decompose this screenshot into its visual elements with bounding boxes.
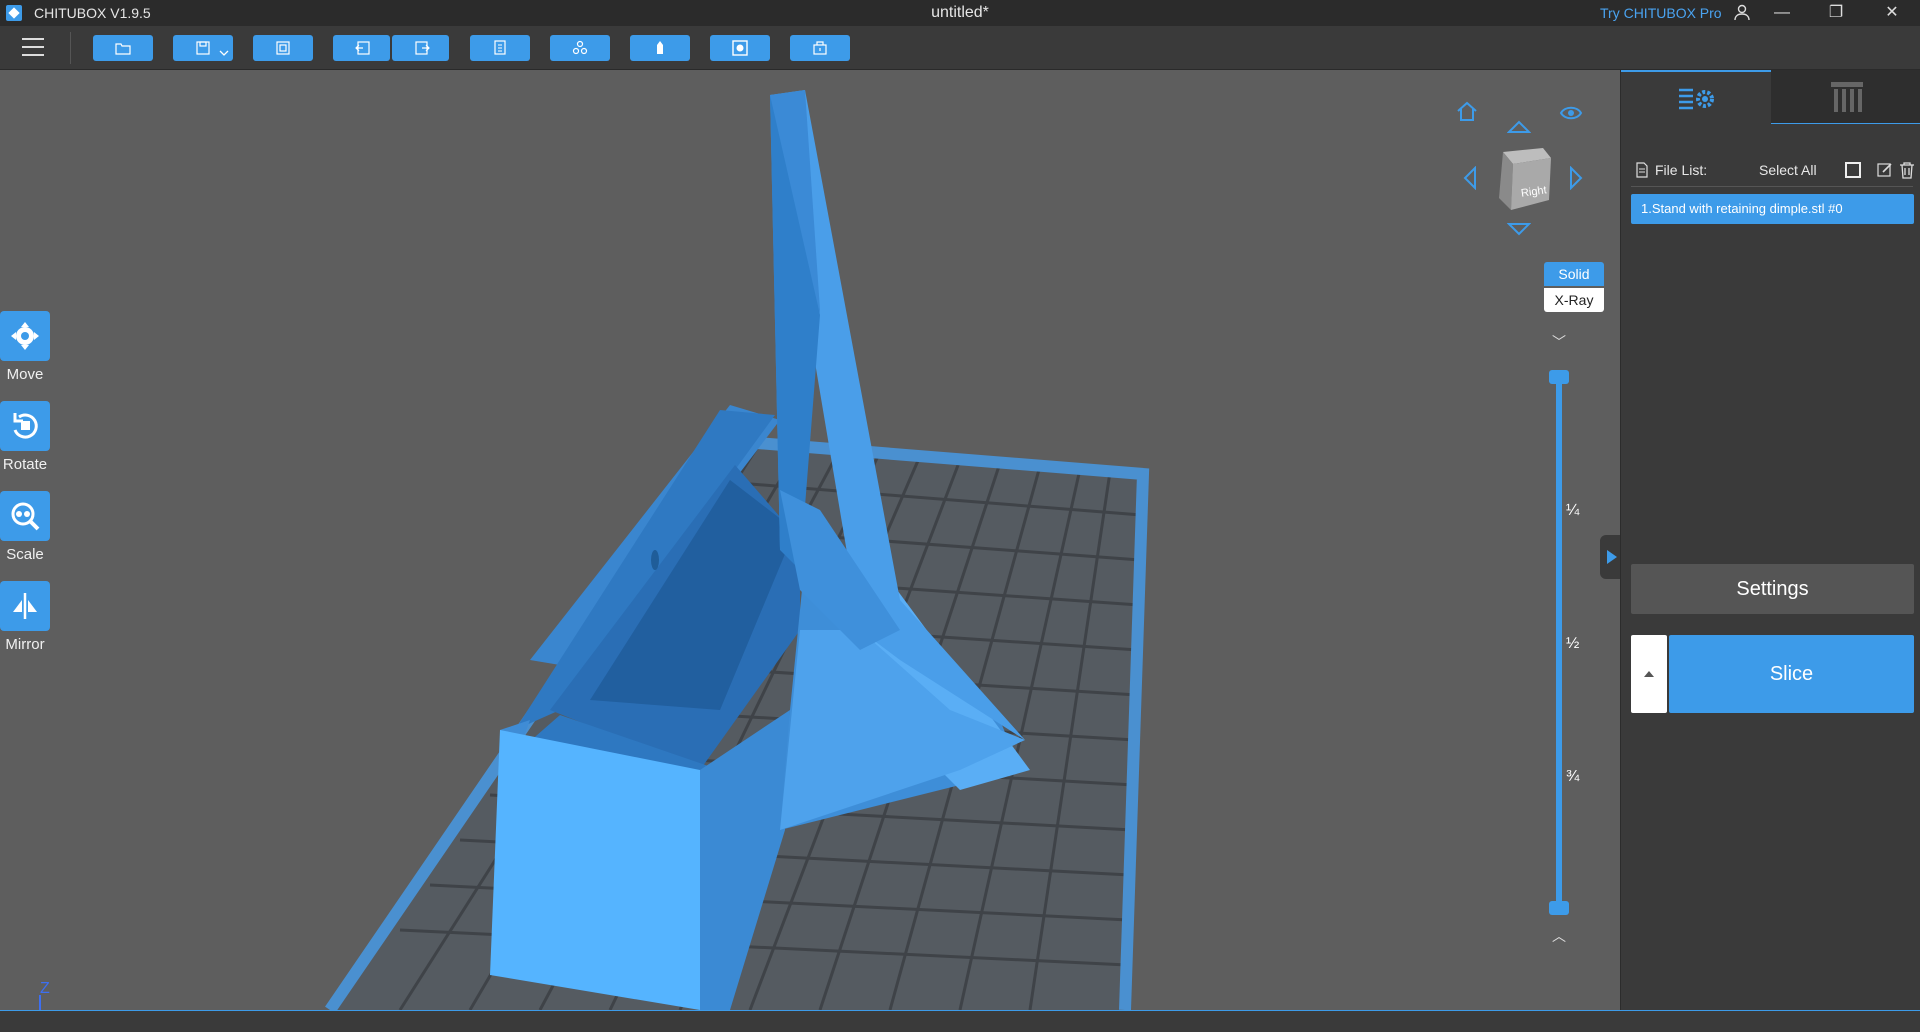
move-label: Move: [6, 366, 44, 383]
axis-z-label: Z: [40, 980, 50, 997]
scale-label: Scale: [6, 546, 44, 563]
xray-mode-button[interactable]: X-Ray: [1544, 288, 1604, 312]
user-icon[interactable]: [1733, 3, 1751, 21]
layout-icon: [276, 41, 290, 55]
solid-mode-button[interactable]: Solid: [1544, 262, 1604, 286]
hollow-icon: [732, 40, 748, 56]
undo-icon: [355, 41, 370, 55]
rotate-label: Rotate: [2, 456, 48, 473]
menu-icon[interactable]: [22, 38, 44, 56]
select-all-label: Select All: [1759, 162, 1817, 178]
settings-button[interactable]: Settings: [1631, 564, 1914, 614]
redo-button[interactable]: [392, 35, 449, 61]
file-list-label: File List:: [1655, 162, 1708, 178]
home-icon[interactable]: [1455, 100, 1479, 124]
minimize-button[interactable]: —: [1762, 0, 1802, 26]
scale-tool-button[interactable]: [0, 491, 50, 541]
mirror-icon: [13, 593, 37, 619]
auto-layout-button[interactable]: [253, 35, 313, 61]
copy-icon: [494, 40, 506, 55]
layer-slider-track[interactable]: [1556, 370, 1562, 915]
move-tool-button[interactable]: [0, 311, 50, 361]
mirror-tool-button[interactable]: [0, 581, 50, 631]
rotate-tool[interactable]: Rotate: [0, 401, 50, 473]
save-button[interactable]: [173, 35, 233, 61]
panel-collapse-arrow[interactable]: [1600, 535, 1620, 579]
file-list-divider: [1631, 186, 1913, 187]
scale-icon: [11, 502, 40, 531]
open-file-button[interactable]: [93, 35, 153, 61]
redo-icon: [415, 41, 430, 55]
support-pillars-icon: [1831, 82, 1863, 112]
view-navigation: Right: [1455, 100, 1615, 250]
status-bar: [0, 1010, 1920, 1032]
chitubox-window: { "titlebar": { "app_name": "CHITUBOX V1…: [0, 0, 1920, 1032]
settings-list-icon: [1679, 88, 1714, 110]
delete-icon[interactable]: [1899, 161, 1915, 179]
undo-button[interactable]: [333, 35, 390, 61]
view-bottom-arrow-icon[interactable]: [1507, 220, 1531, 238]
file-icon: [1636, 162, 1648, 178]
view-right-arrow-icon[interactable]: [1567, 166, 1585, 190]
view-cube-icon[interactable]: [1495, 144, 1557, 214]
rotate-tool-button[interactable]: [0, 401, 50, 451]
restore-button[interactable]: ❐: [1816, 0, 1856, 26]
slider-down-chevron-icon[interactable]: ﹀: [1552, 332, 1566, 352]
slider-mark-half: ½: [1566, 635, 1580, 652]
slice-button[interactable]: Slice: [1669, 635, 1914, 713]
close-button[interactable]: ✕: [1872, 0, 1912, 26]
axis-indicator: Z Y X: [39, 980, 50, 1010]
chevron-down-icon: [219, 50, 229, 56]
support-button[interactable]: [630, 35, 690, 61]
tab-support[interactable]: [1771, 70, 1920, 124]
view-left-arrow-icon[interactable]: [1461, 166, 1479, 190]
mirror-tool[interactable]: Mirror: [0, 581, 50, 653]
move-icon: [11, 322, 39, 350]
dig-hole-icon: [813, 41, 827, 55]
slider-mark-three-quarter: ¾: [1566, 768, 1580, 785]
eye-icon[interactable]: [1559, 104, 1583, 122]
layer-slider-bottom-handle[interactable]: [1549, 901, 1569, 915]
toolbar-separator: [70, 32, 71, 64]
move-tool[interactable]: Move: [0, 311, 50, 383]
edit-icon[interactable]: [1877, 162, 1893, 178]
scale-tool[interactable]: Scale: [0, 491, 50, 563]
slice-options-toggle[interactable]: [1631, 635, 1667, 713]
array-button[interactable]: [550, 35, 610, 61]
copy-button[interactable]: [470, 35, 530, 61]
view-top-arrow-icon[interactable]: [1507, 118, 1531, 136]
rotate-icon: [13, 413, 38, 439]
slider-up-chevron-icon[interactable]: ︿: [1552, 926, 1566, 946]
hollow-button[interactable]: [710, 35, 770, 61]
title-bar: CHITUBOX V1.9.5 untitled* Try CHITUBOX P…: [0, 0, 1920, 26]
select-all-checkbox[interactable]: [1845, 162, 1861, 178]
right-panel: File List: Select All 1.Stand with retai…: [1620, 70, 1920, 1010]
file-list-item[interactable]: 1.Stand with retaining dimple.stl #0: [1631, 194, 1914, 224]
try-pro-link[interactable]: Try CHITUBOX Pro: [1600, 5, 1722, 21]
folder-icon: [115, 43, 131, 55]
file-list-header: File List: Select All: [1633, 160, 1915, 182]
layer-slider-top-handle[interactable]: [1549, 370, 1569, 384]
array-icon: [572, 40, 588, 55]
mirror-label: Mirror: [5, 636, 45, 653]
main-toolbar: [0, 26, 1920, 70]
slider-mark-quarter: ¼: [1566, 502, 1580, 519]
dig-hole-button[interactable]: [790, 35, 850, 61]
support-icon: [657, 41, 663, 54]
3d-viewport[interactable]: Move Rotate Scale Mirror Right Solid X-R…: [0, 70, 1620, 1010]
save-icon: [196, 41, 210, 55]
tab-settings[interactable]: [1621, 70, 1771, 124]
